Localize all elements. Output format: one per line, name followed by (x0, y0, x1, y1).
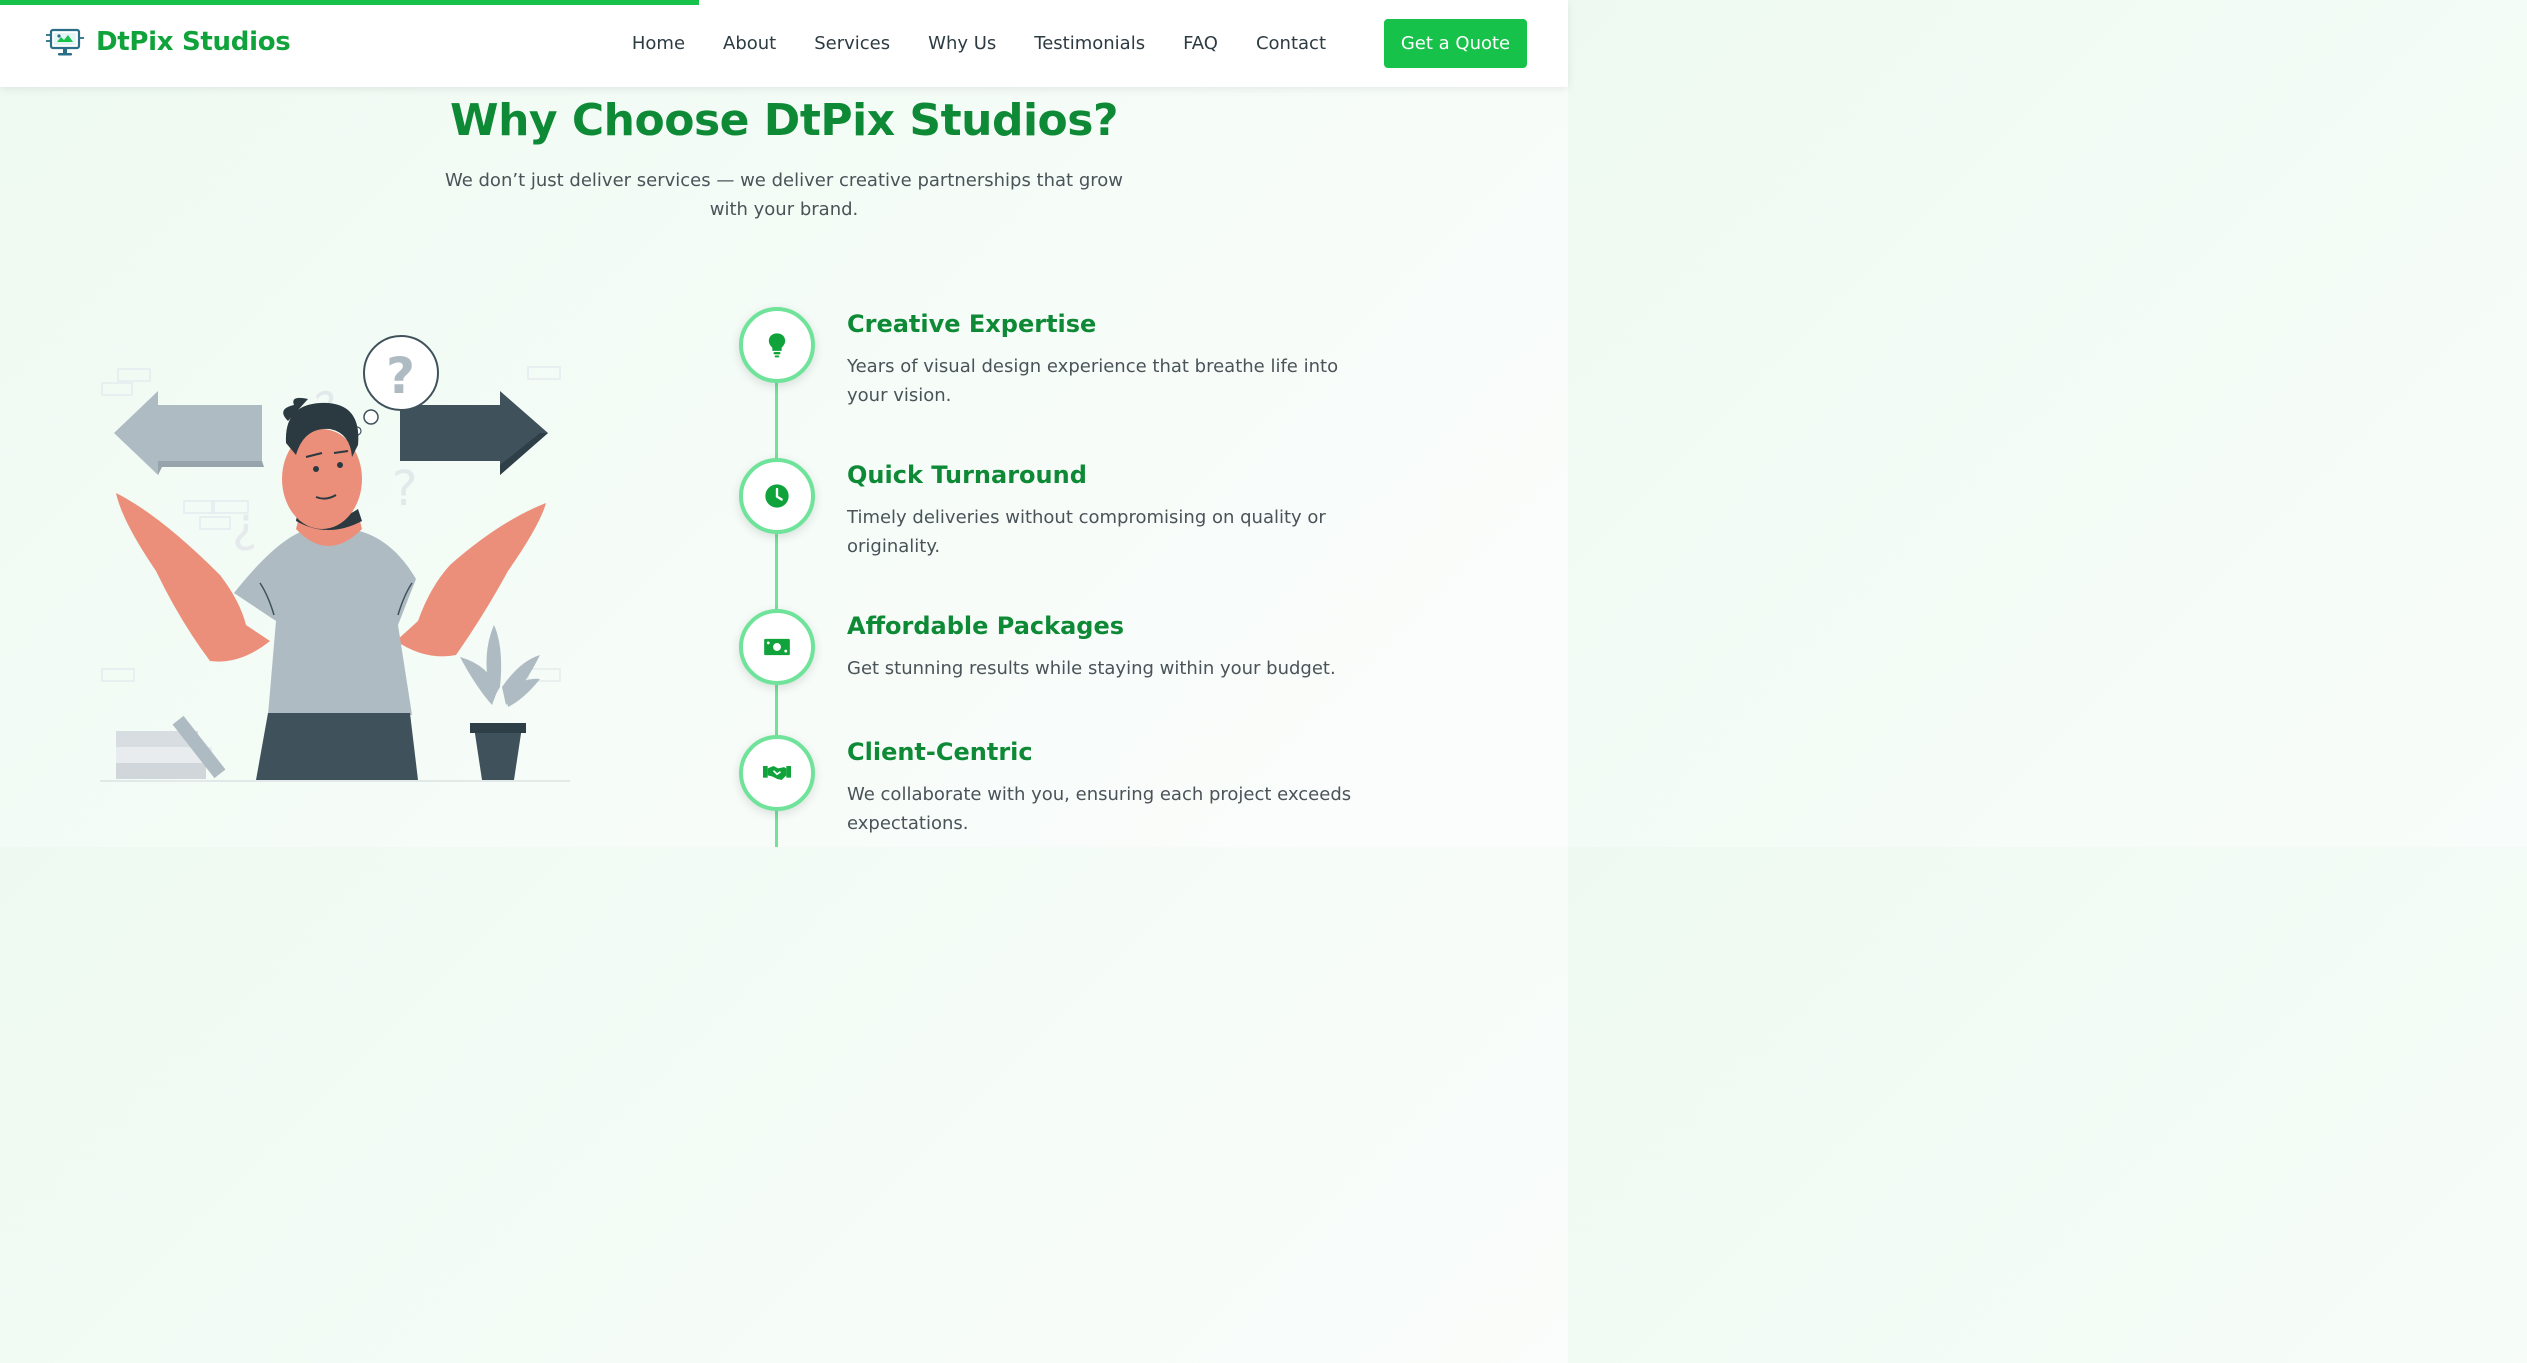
svg-text:¿: ¿ (232, 497, 257, 553)
nav-services[interactable]: Services (795, 33, 909, 54)
confused-person-illustration: ? ? ¿ ? (100, 335, 570, 782)
main-nav: Home About Services Why Us Testimonials … (613, 0, 1345, 87)
nav-home[interactable]: Home (613, 33, 704, 54)
nav-contact[interactable]: Contact (1237, 33, 1345, 54)
nav-about[interactable]: About (704, 33, 795, 54)
feature-title-quick-turnaround: Quick Turnaround (847, 461, 1087, 489)
brand-link[interactable]: DtPix Studios (46, 26, 291, 58)
feature-desc-creative-expertise: Years of visual design experience that b… (847, 356, 1339, 406)
section-title: Why Choose DtPix Studios? (450, 95, 1118, 146)
feature-title-client-centric: Client-Centric (847, 738, 1033, 766)
feature-title-creative-expertise: Creative Expertise (847, 310, 1097, 338)
scroll-progress-bar (0, 0, 700, 5)
navbar: DtPix Studios Home About Services Why Us… (0, 0, 1568, 87)
get-a-quote-button[interactable]: Get a Quote (1384, 19, 1527, 68)
feature-creative-expertise-badge (739, 307, 815, 383)
svg-text:?: ? (386, 347, 415, 405)
handshake-icon (763, 766, 791, 780)
nav-testimonials[interactable]: Testimonials (1015, 33, 1164, 54)
feature-affordable-packages-badge (739, 609, 815, 685)
nav-faq[interactable]: FAQ (1164, 33, 1237, 54)
feature-client-centric-badge (739, 735, 815, 811)
feature-desc-client-centric: We collaborate with you, ensuring each p… (847, 784, 1352, 834)
section-subtitle: We don’t just deliver services — we deli… (444, 170, 1124, 220)
feature-quick-turnaround-badge (739, 458, 815, 534)
feature-desc-affordable-packages: Get stunning results while staying withi… (847, 658, 1336, 679)
feature-desc-quick-turnaround: Timely deliveries without compromising o… (847, 507, 1326, 557)
brand-logo-icon (46, 28, 84, 56)
clock-icon (765, 484, 789, 508)
lightbulb-icon (768, 333, 786, 358)
svg-text:?: ? (392, 461, 417, 517)
nav-why-us[interactable]: Why Us (909, 33, 1015, 54)
money-icon (764, 638, 790, 656)
brand-name: DtPix Studios (96, 27, 291, 57)
feature-title-affordable-packages: Affordable Packages (847, 612, 1125, 640)
